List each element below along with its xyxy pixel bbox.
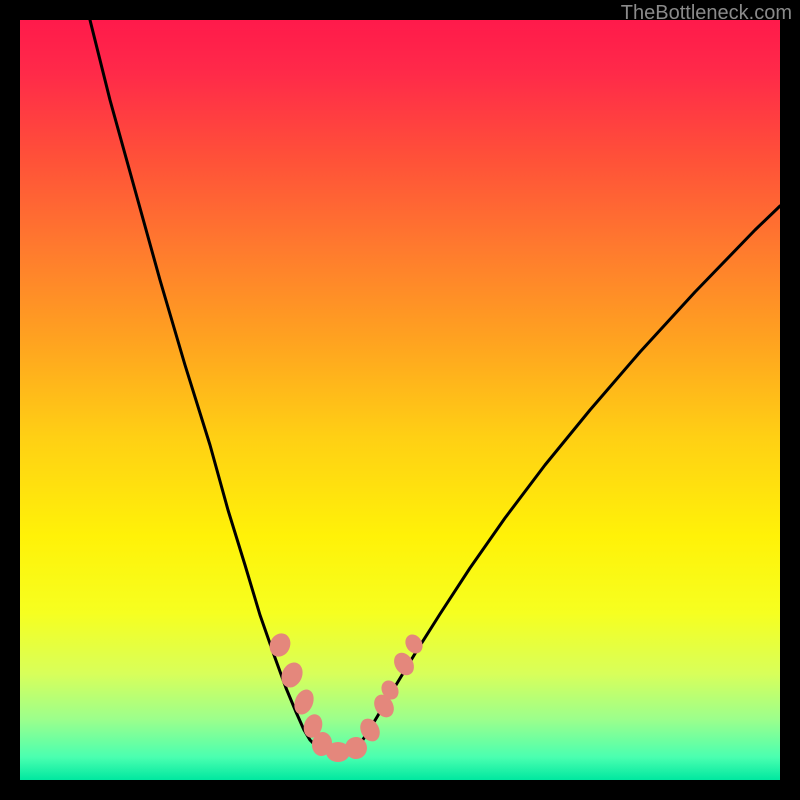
chart-frame: [20, 20, 780, 780]
chart-svg: [20, 20, 780, 780]
watermark-text: TheBottleneck.com: [621, 2, 792, 25]
